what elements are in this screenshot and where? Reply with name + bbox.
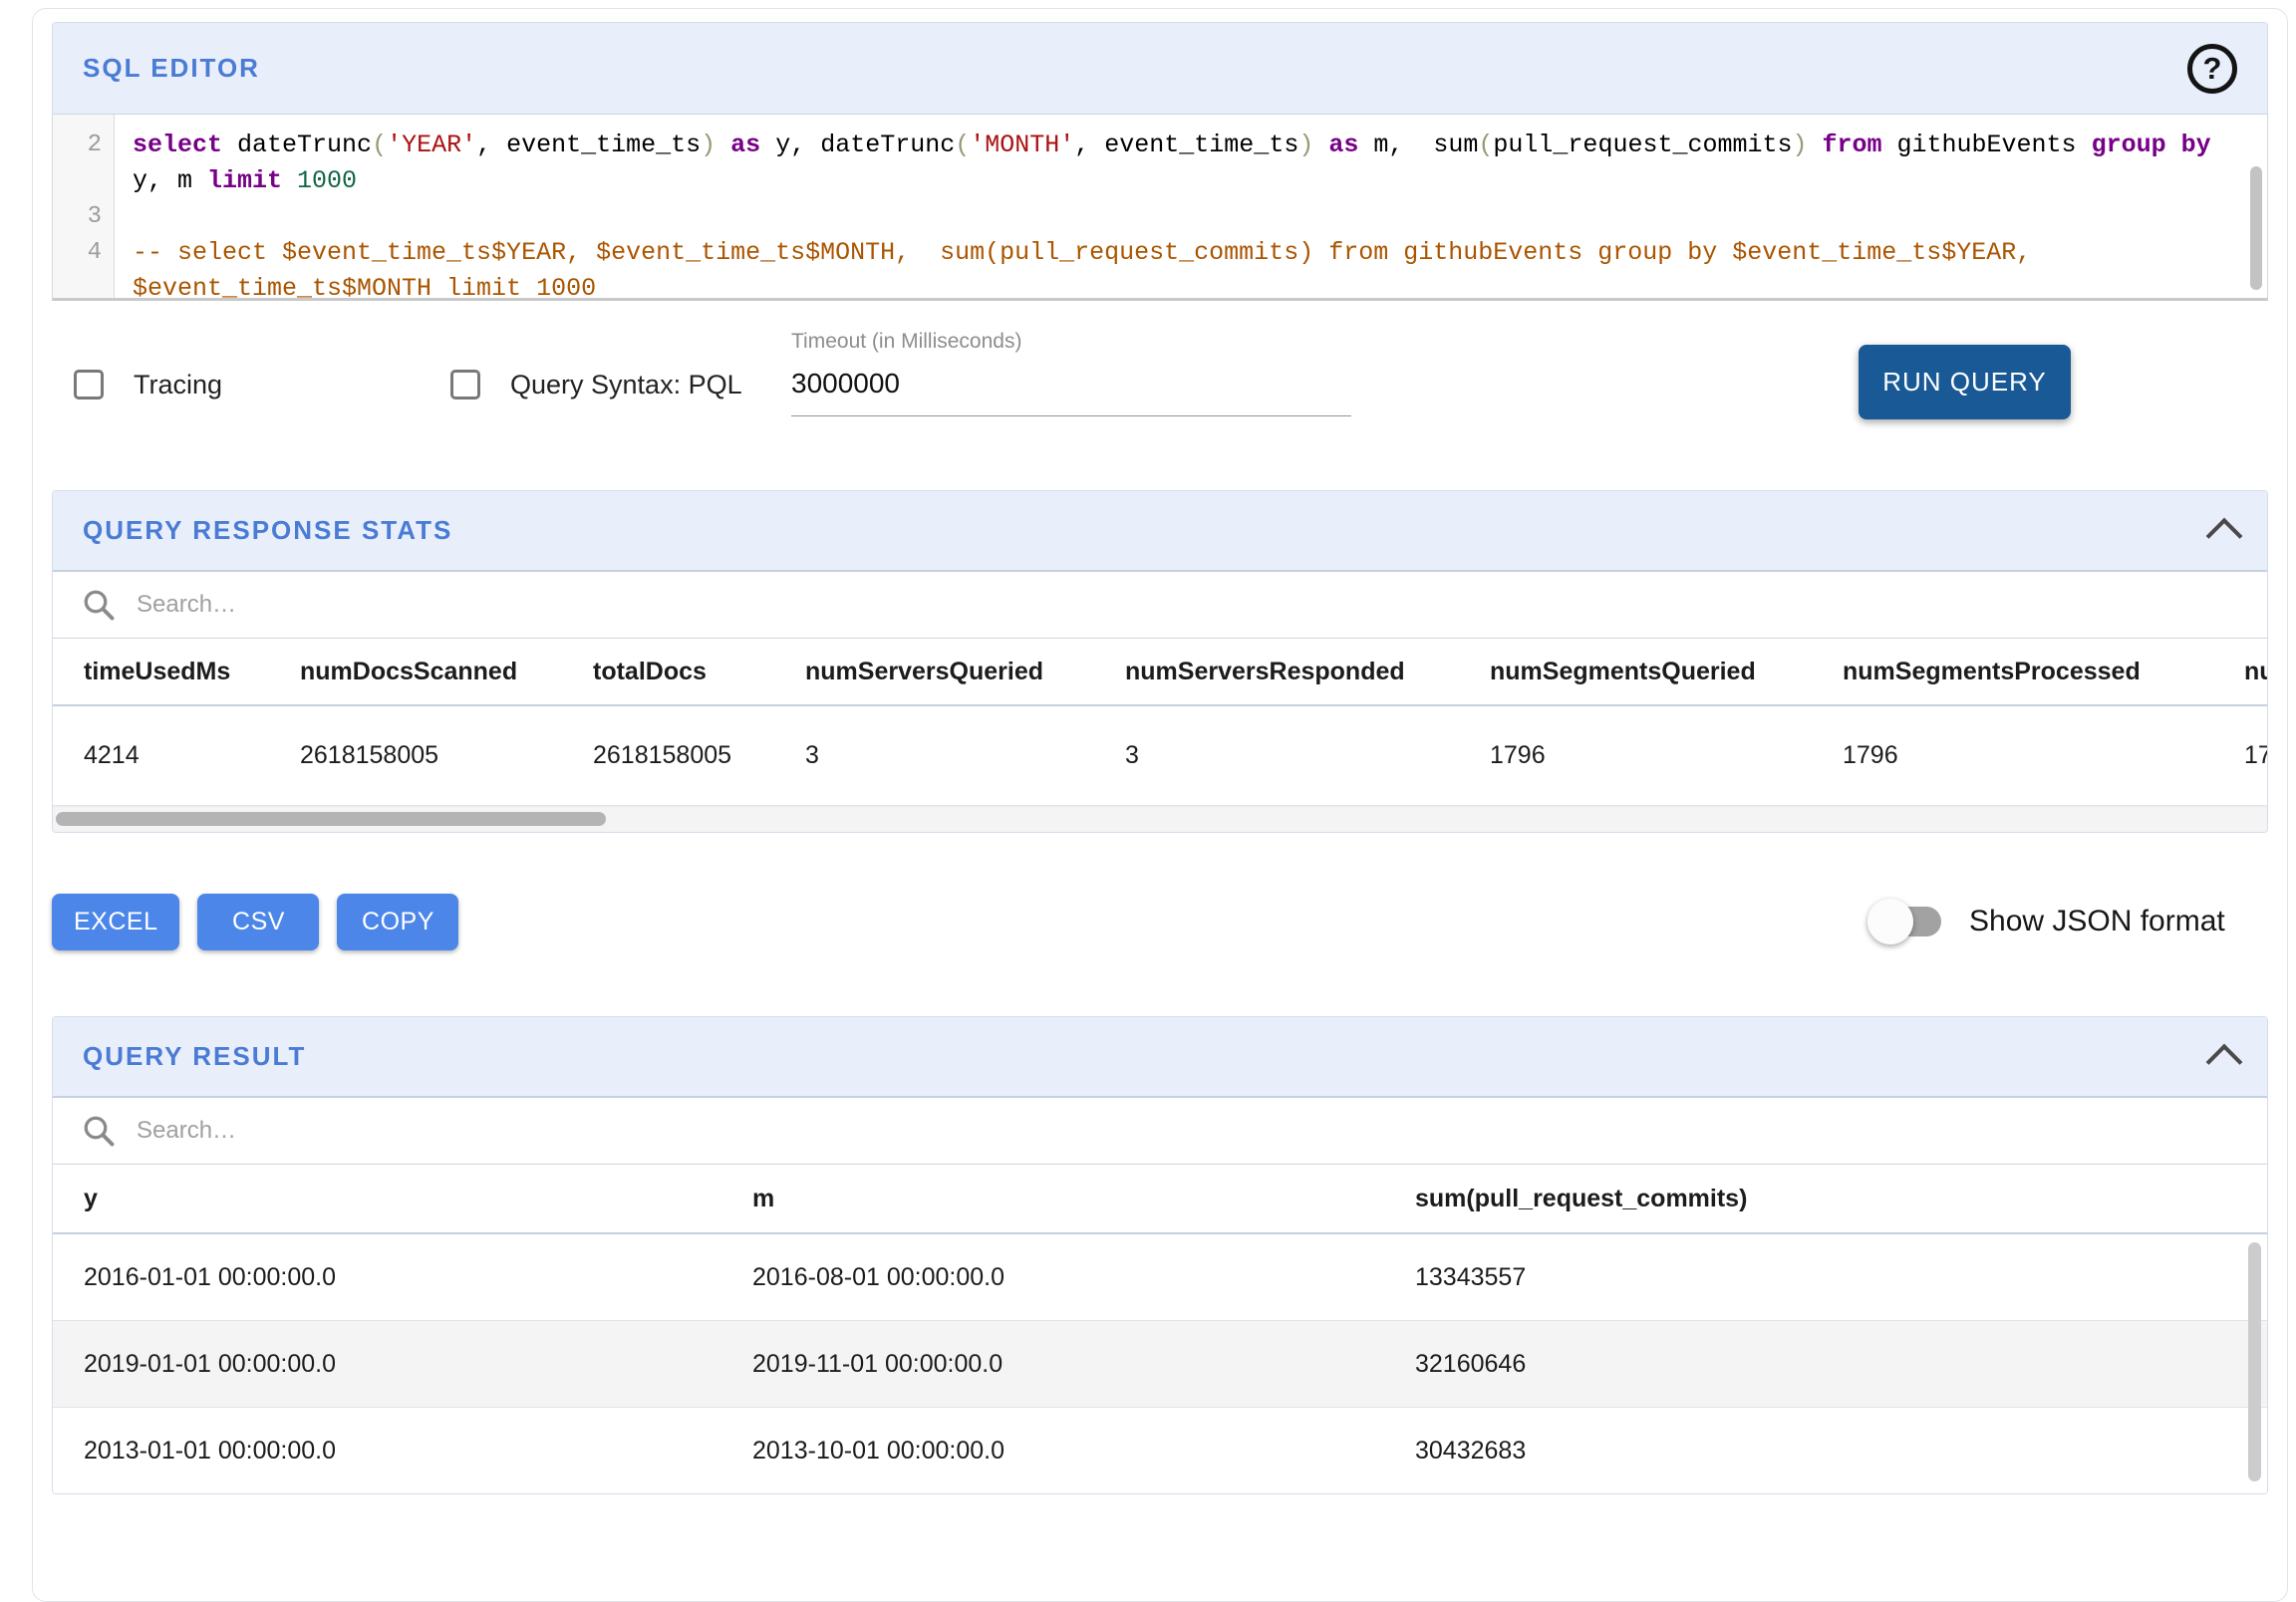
result-table: ymsum(pull_request_commits) 2016-01-01 0… bbox=[53, 1165, 2267, 1493]
pql-checkbox[interactable] bbox=[450, 370, 480, 400]
result-cell: 2019-01-01 00:00:00.0 bbox=[84, 1350, 752, 1379]
timeout-input[interactable] bbox=[791, 368, 1351, 416]
code-line: $event_time_ts$MONTH limit 1000 bbox=[133, 271, 2267, 298]
search-icon bbox=[81, 587, 117, 623]
search-icon bbox=[81, 1113, 117, 1149]
stats-column-header: numDocsScanned bbox=[300, 658, 593, 686]
help-icon[interactable]: ? bbox=[2187, 44, 2237, 94]
code-line: -- select $event_time_ts$YEAR, $event_ti… bbox=[133, 235, 2267, 271]
stats-cell: 4214 bbox=[84, 741, 300, 770]
result-cell: 2013-01-01 00:00:00.0 bbox=[84, 1437, 752, 1466]
result-table-row: 2019-01-01 00:00:00.02019-11-01 00:00:00… bbox=[53, 1320, 2267, 1407]
editor-line-number-gutter: 2 34 bbox=[53, 115, 115, 298]
result-column-header: sum(pull_request_commits) bbox=[1415, 1185, 2267, 1213]
result-search-row bbox=[53, 1098, 2267, 1165]
run-query-button[interactable]: RUN QUERY bbox=[1859, 345, 2071, 419]
stats-scrollbar-thumb[interactable] bbox=[56, 812, 606, 826]
stats-search-input[interactable] bbox=[135, 590, 836, 620]
result-column-header: y bbox=[84, 1185, 752, 1213]
stats-table-header: timeUsedMsnumDocsScannedtotalDocsnumServ… bbox=[53, 639, 2267, 706]
collapse-chevron-icon[interactable] bbox=[2206, 517, 2243, 554]
stats-table-body: 42142618158005261815800533179617961796 bbox=[53, 706, 2267, 806]
stats-horizontal-scrollbar[interactable] bbox=[53, 806, 2267, 832]
line-number: 3 bbox=[53, 199, 114, 235]
result-table-body: 2016-01-01 00:00:00.02016-08-01 00:00:00… bbox=[53, 1234, 2267, 1493]
line-number: 4 bbox=[53, 235, 114, 271]
line-number: 2 bbox=[53, 128, 114, 163]
stats-cell: 3 bbox=[805, 741, 1125, 770]
result-cell: 32160646 bbox=[1415, 1350, 2267, 1379]
code-line: select dateTrunc('YEAR', event_time_ts) … bbox=[133, 128, 2267, 163]
stats-column-header: numSegmentsMatched bbox=[2244, 658, 2267, 686]
result-table-header: ymsum(pull_request_commits) bbox=[53, 1165, 2267, 1234]
editor-vertical-scrollbar[interactable] bbox=[2250, 166, 2262, 290]
stats-title: QUERY RESPONSE STATS bbox=[83, 515, 452, 546]
copy-button[interactable]: COPY bbox=[337, 894, 458, 950]
timeout-label: Timeout (in Milliseconds) bbox=[791, 330, 1351, 354]
stats-card-header: QUERY RESPONSE STATS bbox=[53, 491, 2267, 572]
tracing-checkbox[interactable] bbox=[74, 370, 104, 400]
show-json-toggle[interactable] bbox=[1867, 905, 1941, 938]
result-title: QUERY RESULT bbox=[83, 1041, 306, 1072]
stats-column-header: totalDocs bbox=[593, 658, 805, 686]
line-number bbox=[53, 163, 114, 199]
tracing-option: Tracing bbox=[74, 345, 222, 424]
tracing-label: Tracing bbox=[134, 370, 222, 400]
sql-code-editor[interactable]: 2 34 select dateTrunc('YEAR', event_time_… bbox=[52, 115, 2268, 301]
result-search-input[interactable] bbox=[135, 1116, 836, 1146]
query-controls: Tracing Query Syntax: PQL Timeout (in Mi… bbox=[52, 345, 2268, 424]
timeout-field: Timeout (in Milliseconds) bbox=[791, 330, 1351, 416]
stats-column-header: numSegmentsProcessed bbox=[1843, 658, 2244, 686]
stats-column-header: numSegmentsQueried bbox=[1490, 658, 1843, 686]
json-format-toggle-group: Show JSON format bbox=[1867, 893, 2225, 950]
csv-button[interactable]: CSV bbox=[197, 894, 319, 950]
result-table-row: 2013-01-01 00:00:00.02013-10-01 00:00:00… bbox=[53, 1407, 2267, 1493]
stats-column-header: timeUsedMs bbox=[84, 658, 300, 686]
editor-code-area[interactable]: select dateTrunc('YEAR', event_time_ts) … bbox=[115, 115, 2267, 298]
result-card-header: QUERY RESULT bbox=[53, 1017, 2267, 1098]
result-cell: 2013-10-01 00:00:00.0 bbox=[752, 1437, 1415, 1466]
pql-label: Query Syntax: PQL bbox=[510, 370, 742, 400]
sql-editor-title: SQL EDITOR bbox=[83, 53, 260, 84]
stats-cell: 1796 bbox=[2244, 741, 2267, 770]
query-console-page: SQL EDITOR ? 234 select dateTrunc('YEAR'… bbox=[32, 8, 2288, 1602]
result-column-header: m bbox=[752, 1185, 1415, 1213]
result-cell: 13343557 bbox=[1415, 1263, 2267, 1292]
stats-cell: 2618158005 bbox=[593, 741, 805, 770]
stats-cell: 1796 bbox=[1843, 741, 2244, 770]
pql-option: Query Syntax: PQL bbox=[450, 345, 742, 424]
query-result-card: QUERY RESULT ymsum(pull_request_commits)… bbox=[52, 1016, 2268, 1494]
export-row: EXCEL CSV COPY Show JSON format bbox=[52, 893, 2268, 950]
stats-search-row bbox=[53, 572, 2267, 639]
stats-cell: 2618158005 bbox=[300, 741, 593, 770]
stats-cell: 1796 bbox=[1490, 741, 1843, 770]
line-number bbox=[53, 271, 114, 307]
excel-button[interactable]: EXCEL bbox=[52, 894, 179, 950]
query-response-stats-card: QUERY RESPONSE STATS timeUsedMsnumDocsSc… bbox=[52, 490, 2268, 833]
code-line: y, m limit 1000 bbox=[133, 163, 2267, 199]
show-json-label: Show JSON format bbox=[1969, 905, 2225, 938]
result-cell: 2016-08-01 00:00:00.0 bbox=[752, 1263, 1415, 1292]
result-cell: 2019-11-01 00:00:00.0 bbox=[752, 1350, 1415, 1379]
result-cell: 30432683 bbox=[1415, 1437, 2267, 1466]
sql-editor-header: SQL EDITOR ? bbox=[52, 22, 2268, 115]
stats-column-header: numServersResponded bbox=[1125, 658, 1490, 686]
stats-column-header: numServersQueried bbox=[805, 658, 1125, 686]
result-cell: 2016-01-01 00:00:00.0 bbox=[84, 1263, 752, 1292]
stats-cell: 3 bbox=[1125, 741, 1490, 770]
result-table-row: 2016-01-01 00:00:00.02016-08-01 00:00:00… bbox=[53, 1234, 2267, 1320]
toggle-knob[interactable] bbox=[1867, 899, 1913, 944]
collapse-chevron-icon[interactable] bbox=[2206, 1043, 2243, 1080]
stats-table-row: 42142618158005261815800533179617961796 bbox=[53, 706, 2267, 806]
code-line bbox=[133, 199, 2267, 235]
result-vertical-scrollbar[interactable] bbox=[2248, 1242, 2261, 1481]
